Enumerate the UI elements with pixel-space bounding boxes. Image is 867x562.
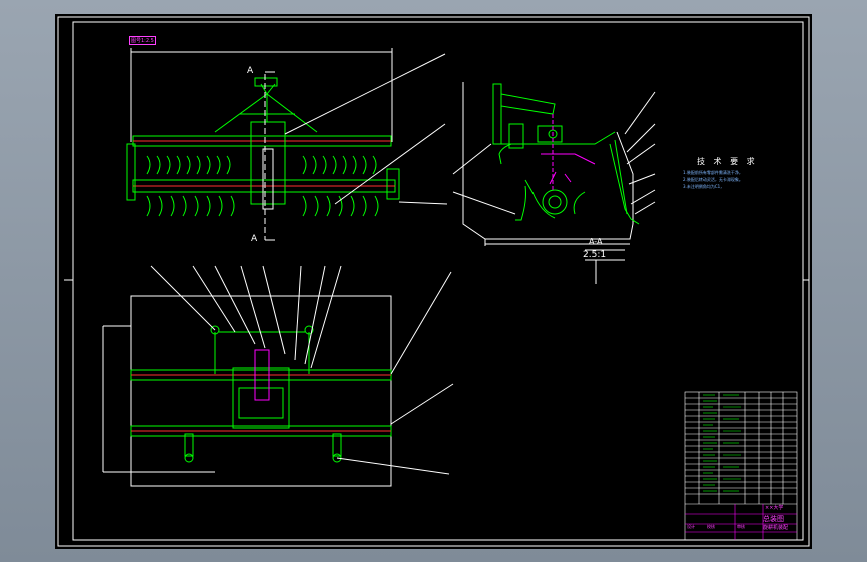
drawing-sheet[interactable]: 图号1:2.5 A A A-A 2.5:1 技 术 要 求 1.装配前所有零部件… — [55, 14, 812, 549]
corner-tag: 图号1:2.5 — [129, 36, 156, 45]
tech-requirements-title: 技 术 要 求 — [697, 157, 758, 166]
section-mark-top: A — [247, 66, 254, 76]
side-housing — [462, 82, 634, 240]
side-view-scale: 2.5:1 — [583, 250, 607, 260]
title-label-design: 设计 — [687, 524, 695, 529]
title-drawing-no: 旋耕机装配 — [763, 525, 789, 531]
front-view — [126, 48, 448, 241]
tech-requirement-line: 3.未注明倒角均为C1， — [683, 184, 725, 189]
title-label-approve: 审核 — [737, 524, 745, 529]
side-view-aa — [452, 82, 656, 284]
top-outline — [130, 295, 392, 487]
tech-requirement-line: 2.装配后转动灵活，无卡滞现象。 — [683, 177, 743, 182]
tech-requirement-line: 1.装配前所有零部件需清洗干净， — [683, 170, 743, 175]
rotor-disc — [542, 189, 568, 215]
hitch-mast — [492, 83, 502, 145]
outer-border — [57, 16, 810, 547]
title-part-name: 总装图 — [763, 515, 784, 523]
inner-border — [72, 21, 804, 541]
drawing-canvas[interactable] — [55, 14, 812, 549]
top-gearbox — [232, 367, 290, 429]
section-mark-bottom: A — [251, 234, 258, 244]
top-view — [102, 265, 454, 487]
tail-plate — [609, 143, 640, 225]
title-school: ××大学 — [765, 505, 784, 511]
side-view-label: A-A — [589, 237, 603, 246]
title-label-check: 校核 — [707, 524, 715, 529]
